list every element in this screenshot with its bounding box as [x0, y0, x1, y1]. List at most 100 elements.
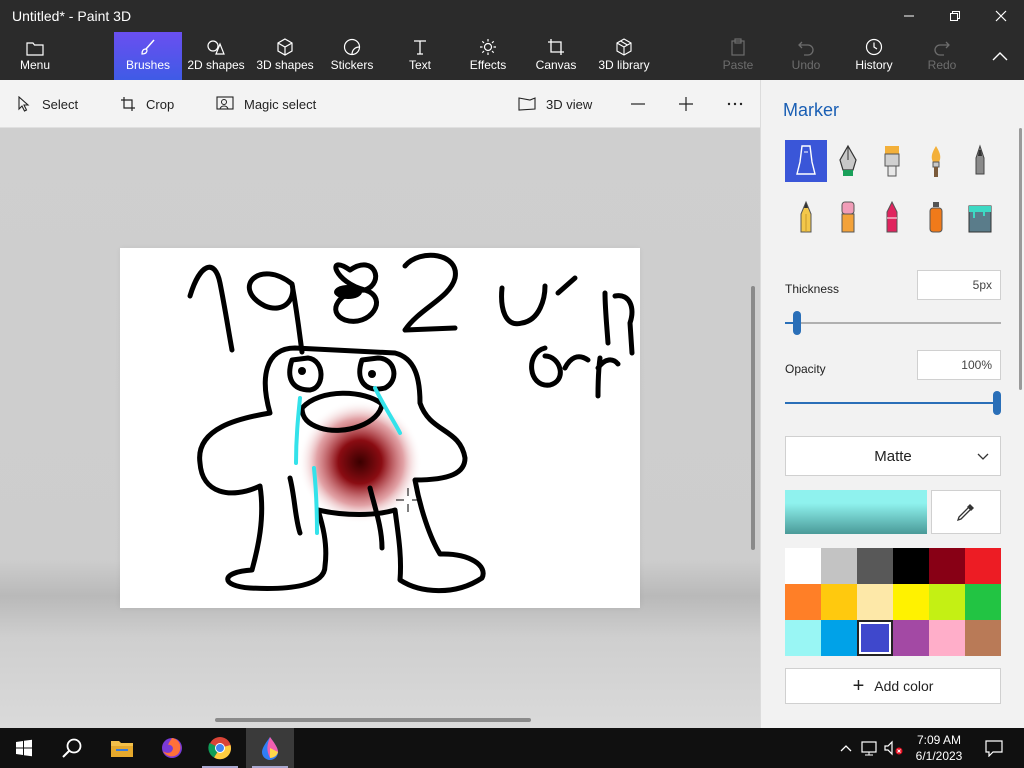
history-button[interactable]: History: [850, 32, 898, 80]
color-swatch[interactable]: [929, 620, 965, 656]
clock[interactable]: 7:09 AM 6/1/2023: [904, 732, 974, 764]
marker-brush-button[interactable]: [785, 140, 827, 182]
clock-date: 6/1/2023: [915, 749, 963, 763]
windows-logo-icon: [16, 739, 32, 757]
start-button[interactable]: [0, 728, 48, 768]
color-palette: [785, 548, 1001, 656]
network-icon: [861, 741, 877, 756]
clock-time: 7:09 AM: [916, 733, 962, 747]
3d-view-button[interactable]: 3D view: [518, 80, 592, 128]
color-swatch[interactable]: [893, 584, 929, 620]
vertical-scrollbar[interactable]: [751, 286, 755, 550]
tab-canvas[interactable]: Canvas: [534, 32, 578, 80]
color-swatch[interactable]: [857, 584, 893, 620]
thickness-slider-thumb[interactable]: [793, 311, 801, 335]
tab-effects[interactable]: Effects: [466, 32, 510, 80]
thickness-slider[interactable]: [785, 311, 1001, 335]
network-button[interactable]: [858, 728, 882, 768]
color-swatch[interactable]: [821, 620, 857, 656]
color-swatch[interactable]: [965, 548, 1001, 584]
brush-icon: [141, 39, 155, 55]
library-icon: [616, 38, 632, 56]
fill-button[interactable]: [959, 196, 1001, 238]
finish-value: Matte: [874, 447, 912, 465]
pixel-pen-icon: [975, 144, 985, 175]
window-title: Untitled* - Paint 3D: [12, 8, 132, 24]
color-swatch[interactable]: [857, 620, 893, 656]
notifications-button[interactable]: [970, 728, 1018, 768]
zoom-in-button[interactable]: [678, 80, 704, 128]
color-swatch[interactable]: [965, 584, 1001, 620]
magic-select-button[interactable]: Magic select: [216, 80, 316, 128]
zoom-out-button[interactable]: [630, 80, 656, 128]
eyedropper-button[interactable]: [931, 490, 1001, 534]
minimize-button[interactable]: [886, 0, 932, 32]
tab-3d-library[interactable]: 3D library: [596, 32, 652, 80]
horizontal-scrollbar[interactable]: [215, 718, 531, 722]
canvas-workspace[interactable]: [0, 128, 760, 728]
opacity-slider[interactable]: [785, 391, 1001, 415]
menu-label: Menu: [19, 58, 51, 72]
color-swatch[interactable]: [965, 620, 1001, 656]
eraser-button[interactable]: [827, 196, 869, 238]
undo-label: Undo: [791, 58, 821, 72]
close-button[interactable]: [978, 0, 1024, 32]
taskbar-paint-3d[interactable]: [246, 728, 294, 768]
tab-3d-shapes[interactable]: 3D shapes: [254, 32, 316, 80]
watercolor-button[interactable]: [915, 140, 957, 182]
menu-button[interactable]: Menu: [8, 32, 62, 80]
restore-button[interactable]: [932, 0, 978, 32]
plus-icon: +: [852, 675, 865, 697]
show-hidden-icons-button[interactable]: [834, 728, 858, 768]
search-button[interactable]: [48, 728, 96, 768]
color-swatch[interactable]: [893, 548, 929, 584]
crop-button[interactable]: Crop: [120, 80, 174, 128]
calligraphy-pen-button[interactable]: [827, 140, 869, 182]
paste-button[interactable]: Paste: [718, 32, 758, 80]
opacity-slider-thumb[interactable]: [993, 391, 1001, 415]
volume-button[interactable]: [882, 728, 906, 768]
ellipsis-icon: [727, 102, 743, 106]
taskbar-chrome[interactable]: [196, 728, 244, 768]
tab-effects-label: Effects: [469, 58, 507, 72]
collapse-ribbon-button[interactable]: [982, 32, 1018, 80]
history-icon: [865, 38, 883, 56]
drawing-canvas[interactable]: [120, 248, 640, 608]
finish-dropdown[interactable]: Matte: [785, 436, 1001, 476]
paint-3d-icon: [262, 737, 278, 760]
tab-stickers[interactable]: Stickers: [326, 32, 378, 80]
taskbar-firefox[interactable]: [148, 728, 196, 768]
sticker-icon: [343, 38, 361, 56]
redo-button[interactable]: Redo: [922, 32, 962, 80]
current-color-swatch[interactable]: [785, 490, 927, 534]
opacity-input[interactable]: 100%: [917, 350, 1001, 380]
color-swatch[interactable]: [821, 548, 857, 584]
color-swatch[interactable]: [821, 584, 857, 620]
pencil-button[interactable]: [785, 196, 827, 238]
pixel-pen-button[interactable]: [959, 140, 1001, 182]
taskbar-file-explorer[interactable]: [98, 728, 146, 768]
oil-brush-button[interactable]: [871, 140, 913, 182]
panel-scrollbar[interactable]: [1019, 128, 1022, 390]
color-swatch[interactable]: [785, 548, 821, 584]
3d-view-icon: [518, 97, 536, 111]
color-swatch[interactable]: [785, 620, 821, 656]
select-button[interactable]: Select: [16, 80, 78, 128]
color-swatch[interactable]: [929, 548, 965, 584]
thickness-input[interactable]: 5px: [917, 270, 1001, 300]
crayon-button[interactable]: [871, 196, 913, 238]
tab-2d-shapes[interactable]: 2D shapes: [186, 32, 246, 80]
tab-text[interactable]: Text: [398, 32, 442, 80]
color-swatch[interactable]: [893, 620, 929, 656]
undo-button[interactable]: Undo: [786, 32, 826, 80]
add-color-button[interactable]: + Add color: [785, 668, 1001, 704]
minimize-icon: [904, 15, 914, 17]
spray-can-button[interactable]: [915, 196, 957, 238]
more-options-button[interactable]: [726, 80, 754, 128]
cursor-arrow-icon: [18, 96, 30, 112]
color-swatch[interactable]: [857, 548, 893, 584]
drawing: [187, 252, 635, 594]
color-swatch[interactable]: [785, 584, 821, 620]
tab-brushes[interactable]: Brushes: [114, 32, 182, 80]
color-swatch[interactable]: [929, 584, 965, 620]
